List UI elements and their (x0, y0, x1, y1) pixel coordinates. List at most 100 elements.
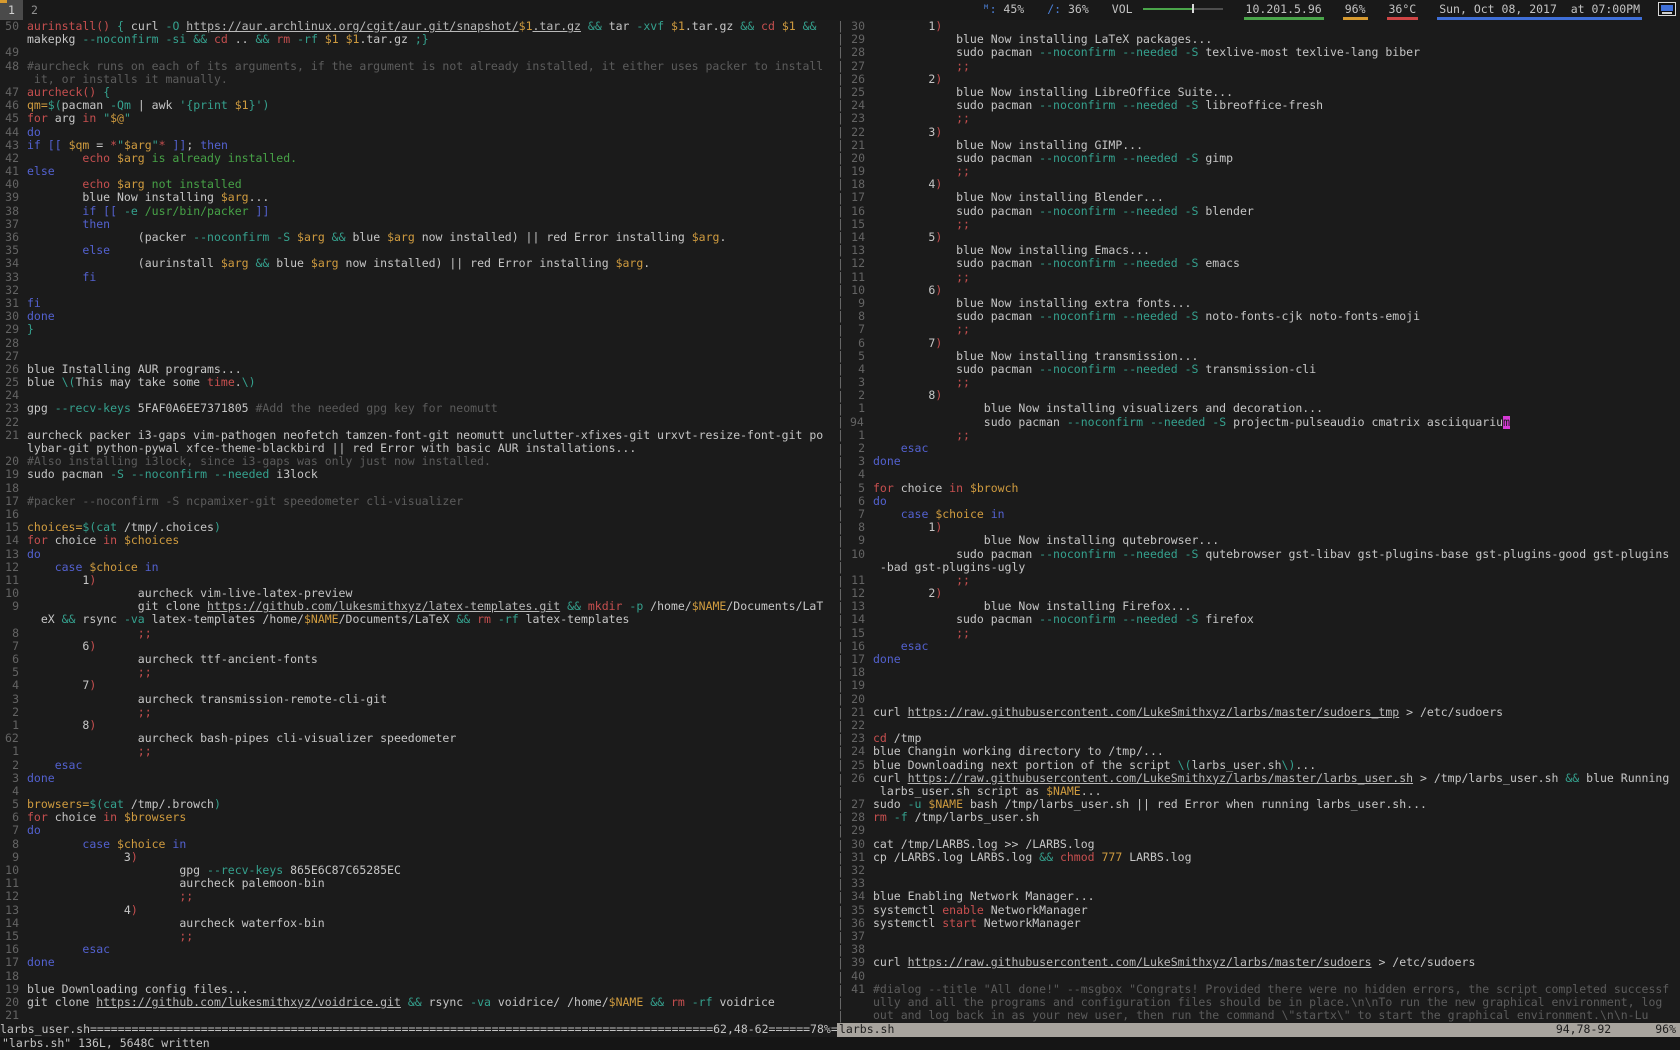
workspace-tab-1[interactable]: 1 (0, 0, 23, 20)
line-number: 8 (5, 627, 19, 640)
code-row: 30cat /tmp/LARBS.log >> /LARBS.log (844, 838, 1680, 851)
line-number: 34 (5, 257, 19, 270)
line-number: 48 (5, 60, 19, 73)
code-text: gpg --recv-keys 865E6C87C65285EC (27, 864, 837, 877)
editor-window-left[interactable]: 50aurinstall() { curl -O https://aur.arc… (0, 20, 837, 1023)
ip-address: 10.201.5.96 (1246, 2, 1322, 16)
code-row: 17 blue Now installing Blender... (844, 191, 1680, 204)
code-row: 23 ;; (844, 112, 1680, 125)
code-text (27, 389, 837, 402)
code-row: 1 blue Now installing visualizers and de… (844, 402, 1680, 415)
code-text: ;; (873, 271, 1680, 284)
code-text: } (27, 323, 837, 336)
code-text: 6) (873, 284, 1680, 297)
line-number: 34 (850, 890, 865, 903)
code-row: 24 sudo pacman --noconfirm --needed -S l… (844, 99, 1680, 112)
code-text: for choice in $choices (27, 534, 837, 547)
code-row: 23gpg --recv-keys 5FAF0A6EE7371805 #Add … (0, 402, 837, 415)
code-text: #packer --noconfirm -S ncpamixer-git spe… (27, 495, 837, 508)
memory-icon: ᴹ: (983, 2, 997, 16)
code-row: 15 ;; (844, 218, 1680, 231)
code-row: 19 (844, 679, 1680, 692)
code-row: 7 6) (0, 640, 837, 653)
line-number: 36 (850, 917, 865, 930)
code-row: 20 (844, 693, 1680, 706)
code-row: 36 (packer --noconfirm -S $arg && blue $… (0, 231, 837, 244)
code-text: done (873, 653, 1680, 666)
systray-monitor-icon[interactable] (1658, 2, 1676, 16)
code-row: 18 (844, 666, 1680, 679)
code-row: 22 3) (844, 126, 1680, 139)
code-row: 42 echo $arg is already installed. (0, 152, 837, 165)
code-text: blue Now installing Blender... (873, 191, 1680, 204)
code-row: 27 ;; (844, 60, 1680, 73)
code-row: 1 ;; (0, 745, 837, 758)
code-row: 39curl https://raw.githubusercontent.com… (844, 956, 1680, 969)
line-number: 21 (850, 706, 865, 719)
statusline-percent: 96% (1655, 1023, 1676, 1037)
window-split-divider[interactable]: | | | | | | | | | | | | | | | | | | | | … (837, 20, 844, 1037)
statusline-ruler: 94,78-92 (1556, 1023, 1611, 1037)
line-number: 39 (5, 191, 19, 204)
volume-slider-handle[interactable] (1192, 4, 1194, 13)
line-number: 25 (850, 759, 865, 772)
code-row: 25 blue Now installing LibreOffice Suite… (844, 86, 1680, 99)
code-row: 49 (0, 46, 837, 59)
code-text (27, 46, 837, 59)
code-text: done (873, 455, 1680, 468)
code-row: 22 (0, 416, 837, 429)
code-text: sudo pacman -S --noconfirm --needed i3lo… (27, 468, 837, 481)
code-text: blue Now installing extra fonts... (873, 297, 1680, 310)
code-text: aurcheck packer i3-gaps vim-pathogen neo… (27, 429, 837, 442)
code-text: 3) (873, 126, 1680, 139)
code-text: qm=$(pacman -Qm | awk '{print $1}') (27, 99, 837, 112)
code-text: fi (27, 271, 837, 284)
code-text: sudo pacman --noconfirm --needed -S libr… (873, 99, 1680, 112)
code-text: systemctl enable NetworkManager (873, 904, 1680, 917)
line-number: 17 (5, 956, 19, 969)
code-row: 11 aurcheck palemoon-bin (0, 877, 837, 890)
code-text: blue Now installing visualizers and deco… (873, 402, 1680, 415)
code-row: lybar-git python-pywal xfce-theme-blackb… (0, 442, 837, 455)
monitor-base (1662, 12, 1672, 14)
code-text: curl https://raw.githubusercontent.com/L… (873, 956, 1680, 969)
line-number: 38 (5, 205, 19, 218)
code-row: 17done (0, 956, 837, 969)
volume-slider[interactable] (1143, 3, 1223, 14)
workspace-tab-2[interactable]: 2 (23, 0, 46, 20)
line-number: 41 (850, 983, 865, 996)
battery-module: 96% (1343, 0, 1368, 20)
line-number: 22 (850, 126, 865, 139)
code-row: 6 aurcheck ttf-ancient-fonts (0, 653, 837, 666)
line-number: 5 (850, 350, 865, 363)
code-text: echo $arg is already installed. (27, 152, 837, 165)
line-number: 21 (5, 1009, 19, 1022)
code-row: 30 1) (844, 20, 1680, 33)
line-number: 9 (5, 600, 19, 613)
editor-window-right[interactable]: 30 1)29 blue Now installing LaTeX packag… (844, 20, 1680, 1023)
code-row: 46qm=$(pacman -Qm | awk '{print $1}') (0, 99, 837, 112)
code-text: 5) (873, 231, 1680, 244)
code-row: 29 (844, 824, 1680, 837)
code-text: blue Downloading config files... (27, 983, 837, 996)
code-row: 9 git clone https://github.com/lukesmith… (0, 600, 837, 613)
line-number: 13 (5, 548, 19, 561)
code-text: 8) (873, 389, 1680, 402)
code-text: done (27, 310, 837, 323)
monitor-screen (1661, 5, 1673, 11)
code-text: case $choice in (27, 838, 837, 851)
code-row: 15choices=$(cat /tmp/.choices) (0, 521, 837, 534)
code-row: 23cd /tmp (844, 732, 1680, 745)
code-text: else (27, 244, 837, 257)
code-text: if [[ $qm = *"$arg"* ]]; then (27, 139, 837, 152)
code-row: 14 aurcheck waterfox-bin (0, 917, 837, 930)
code-row: 13 4) (0, 904, 837, 917)
code-text (873, 719, 1680, 732)
line-number: 18 (5, 970, 19, 983)
line-number: 45 (5, 112, 19, 125)
code-row: 41else (0, 165, 837, 178)
line-number: 6 (850, 495, 865, 508)
line-number: 12 (5, 890, 19, 903)
line-number: 14 (5, 534, 19, 547)
code-text: lybar-git python-pywal xfce-theme-blackb… (27, 442, 837, 455)
